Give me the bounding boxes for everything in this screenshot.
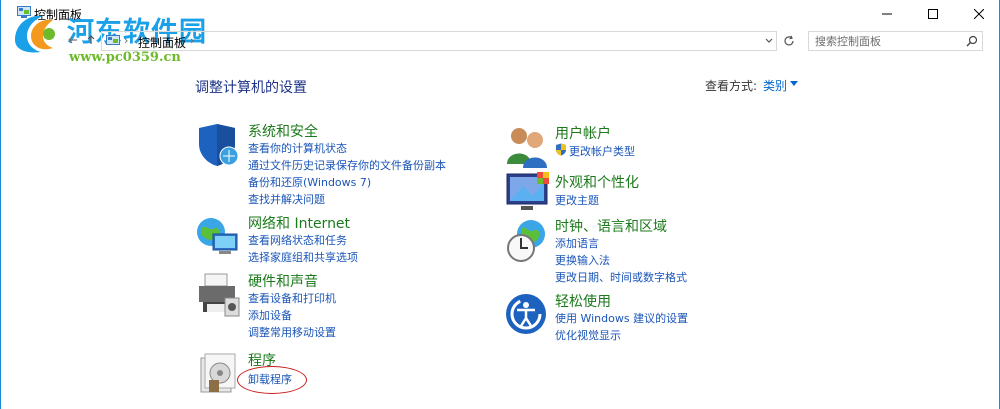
view-by-dropdown[interactable]: 类别 [763, 77, 787, 94]
close-icon [974, 9, 984, 19]
link-date-time-format[interactable]: 更改日期、时间或数字格式 [555, 269, 687, 285]
link-change-input-method[interactable]: 更换输入法 [555, 252, 610, 268]
programs-icon[interactable] [197, 350, 243, 396]
up-arrow-icon [87, 35, 95, 44]
link-devices-printers[interactable]: 查看设备和打印机 [248, 290, 336, 306]
category-title-appearance[interactable]: 外观和个性化 [555, 172, 639, 192]
page-title: 调整计算机的设置 [195, 80, 307, 96]
users-icon[interactable] [505, 124, 551, 170]
link-optimize-visual-display[interactable]: 优化视觉显示 [555, 327, 621, 343]
uac-shield-icon [556, 143, 566, 156]
view-by-label: 查看方式: [705, 79, 758, 93]
control-panel-window: 控制面板 河东软件园 www.pc0359.cn › 控制面板 › 搜索控制面板… [0, 0, 1000, 409]
chevron-down-icon[interactable] [764, 34, 774, 48]
link-add-device[interactable]: 添加设备 [248, 307, 292, 323]
link-mobility-settings[interactable]: 调整常用移动设置 [248, 324, 336, 340]
accessibility-icon[interactable] [505, 292, 551, 338]
minimize-icon [882, 13, 892, 15]
monitor-icon[interactable] [505, 170, 551, 216]
search-box[interactable] [808, 31, 983, 51]
address-bar[interactable]: › 控制面板 › [101, 31, 777, 51]
category-title-network[interactable]: 网络和 Internet [248, 213, 350, 233]
link-network-status[interactable]: 查看网络状态和任务 [248, 232, 347, 248]
link-change-theme[interactable]: 更改主题 [555, 192, 599, 208]
link-homegroup-sharing[interactable]: 选择家庭组和共享选项 [248, 249, 358, 265]
category-title-clock-region[interactable]: 时钟、语言和区域 [555, 216, 667, 236]
watermark-url: www.pc0359.cn [69, 50, 181, 65]
link-view-computer-status[interactable]: 查看你的计算机状态 [248, 140, 347, 156]
link-add-language[interactable]: 添加语言 [555, 235, 599, 251]
maximize-icon [928, 9, 938, 19]
back-button[interactable] [65, 31, 81, 49]
breadcrumb-separator[interactable]: › [190, 34, 194, 47]
category-title-hardware-sound[interactable]: 硬件和声音 [248, 271, 318, 291]
link-change-account-type[interactable]: 更改帐户类型 [569, 143, 635, 159]
link-backup-restore[interactable]: 备份和还原(Windows 7) [248, 174, 371, 190]
globe-network-icon[interactable] [195, 214, 241, 260]
link-file-history-backup[interactable]: 通过文件历史记录保存你的文件备份副本 [248, 157, 446, 173]
clock-globe-icon[interactable] [505, 218, 551, 264]
shield-icon[interactable] [195, 122, 241, 168]
category-title-user-accounts[interactable]: 用户帐户 [555, 123, 611, 143]
search-icon[interactable] [966, 35, 978, 47]
control-panel-icon [106, 35, 120, 45]
up-button[interactable] [83, 31, 99, 49]
back-arrow-icon [68, 36, 77, 44]
category-title-system-security[interactable]: 系统和安全 [248, 121, 318, 141]
caret-down-icon[interactable] [790, 81, 798, 86]
link-windows-recommended-settings[interactable]: 使用 Windows 建议的设置 [555, 310, 688, 326]
close-button[interactable] [956, 0, 1000, 28]
maximize-button[interactable] [910, 0, 956, 28]
category-title-ease-of-access[interactable]: 轻松使用 [555, 291, 611, 311]
breadcrumb-control-panel[interactable]: 控制面板 [138, 34, 186, 51]
refresh-button[interactable] [779, 31, 799, 51]
breadcrumb-separator[interactable]: › [124, 34, 128, 47]
watermark-logo [15, 15, 55, 53]
link-troubleshoot[interactable]: 查找并解决问题 [248, 191, 325, 207]
refresh-icon [784, 35, 794, 46]
minimize-button[interactable] [864, 0, 910, 28]
search-input[interactable] [815, 33, 960, 49]
printer-icon[interactable] [195, 272, 241, 318]
highlight-circle [237, 366, 307, 394]
